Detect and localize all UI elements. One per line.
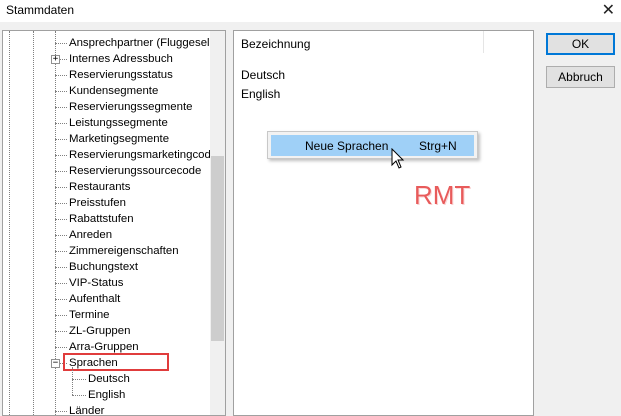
tree-child-item[interactable]: English bbox=[88, 387, 125, 403]
tree-item[interactable]: Reservierungsstatus bbox=[69, 67, 173, 83]
tree-connector bbox=[55, 171, 67, 172]
tree-connector bbox=[55, 91, 67, 92]
tree-item[interactable]: Aufenthalt bbox=[69, 291, 120, 307]
scroll-thumb[interactable] bbox=[211, 156, 224, 341]
list-item[interactable]: Deutsch bbox=[241, 68, 285, 82]
tree-item[interactable]: Zimmereigenschaften bbox=[69, 243, 179, 259]
dialog-body: Ansprechpartner (Fluggesellsc + Internes A… bbox=[0, 22, 621, 416]
tree-connector bbox=[55, 75, 67, 76]
menu-item-label: Neue Sprachen bbox=[305, 139, 389, 153]
collapse-icon[interactable]: − bbox=[51, 359, 60, 368]
tree-connector bbox=[55, 43, 67, 44]
tree-item[interactable]: Reservierungssourcecode bbox=[69, 163, 201, 179]
tree-child-item[interactable]: Deutsch bbox=[88, 371, 130, 387]
selected-item-highlight bbox=[63, 353, 169, 371]
tree-guide-line bbox=[9, 31, 10, 415]
tree-item[interactable]: VIP-Status bbox=[69, 275, 123, 291]
tree-item[interactable]: Länder bbox=[69, 403, 104, 415]
tree-item[interactable]: ZL-Gruppen bbox=[69, 323, 130, 339]
tree-item[interactable]: Buchungstext bbox=[69, 259, 138, 275]
tree-connector bbox=[55, 187, 67, 188]
tree-connector bbox=[55, 107, 67, 108]
tree-item[interactable]: Preisstufen bbox=[69, 195, 126, 211]
expand-icon[interactable]: + bbox=[51, 55, 60, 64]
tree-item[interactable]: Kundensegmente bbox=[69, 83, 158, 99]
mouse-cursor-icon bbox=[391, 148, 405, 169]
context-menu: Neue Sprachen Strg+N bbox=[267, 131, 478, 159]
menu-item-new-languages[interactable]: Neue Sprachen Strg+N bbox=[271, 135, 474, 156]
ok-button[interactable]: OK bbox=[546, 33, 615, 55]
tree-connector bbox=[55, 203, 67, 204]
tree-item[interactable]: Internes Adressbuch bbox=[69, 51, 173, 67]
tree-connector bbox=[55, 299, 67, 300]
tree-connector bbox=[55, 139, 67, 140]
tree-connector bbox=[55, 251, 67, 252]
tree-item[interactable]: Leistungssegmente bbox=[69, 115, 168, 131]
language-list[interactable]: Bezeichnung Deutsch English bbox=[233, 30, 534, 416]
tree-guide-line bbox=[33, 31, 34, 415]
tree-connector bbox=[72, 379, 86, 380]
master-data-tree[interactable]: Ansprechpartner (Fluggesellsc + Internes A… bbox=[2, 30, 226, 416]
tree-guide-line bbox=[72, 367, 73, 395]
close-icon[interactable]: ✕ bbox=[602, 0, 615, 19]
tree-scrollbar[interactable] bbox=[210, 31, 225, 415]
tree-item[interactable]: Reservierungsmarketingcode bbox=[69, 147, 217, 163]
list-item[interactable]: English bbox=[241, 87, 280, 101]
column-header-label: Bezeichnung bbox=[241, 37, 311, 51]
tree-item[interactable]: Anreden bbox=[69, 227, 112, 243]
tree-connector bbox=[55, 235, 67, 236]
tree-item[interactable]: Marketingsegmente bbox=[69, 131, 169, 147]
tree-connector bbox=[55, 347, 67, 348]
tree-connector bbox=[55, 331, 67, 332]
menu-item-shortcut: Strg+N bbox=[419, 139, 457, 153]
tree-item[interactable]: Ansprechpartner (Fluggesellsc bbox=[69, 35, 223, 51]
tree-connector bbox=[55, 267, 67, 268]
window-title: Stammdaten bbox=[6, 3, 75, 17]
tree-content: Ansprechpartner (Fluggesellsc + Internes A… bbox=[3, 31, 223, 415]
title-bar: Stammdaten ✕ bbox=[0, 0, 621, 22]
tree-connector bbox=[55, 411, 67, 412]
tree-connector bbox=[55, 219, 67, 220]
tree-connector bbox=[55, 123, 67, 124]
column-header-bezeichnung[interactable]: Bezeichnung bbox=[234, 31, 484, 53]
tree-item[interactable]: Restaurants bbox=[69, 179, 130, 195]
tree-item[interactable]: Termine bbox=[69, 307, 110, 323]
tree-connector bbox=[55, 155, 67, 156]
tree-item[interactable]: Rabattstufen bbox=[69, 211, 134, 227]
tree-connector bbox=[72, 395, 86, 396]
tree-item[interactable]: Reservierungssegmente bbox=[69, 99, 192, 115]
tree-connector bbox=[55, 315, 67, 316]
tree-connector bbox=[55, 283, 67, 284]
cancel-button[interactable]: Abbruch bbox=[546, 66, 615, 88]
watermark: RMT bbox=[414, 180, 471, 210]
